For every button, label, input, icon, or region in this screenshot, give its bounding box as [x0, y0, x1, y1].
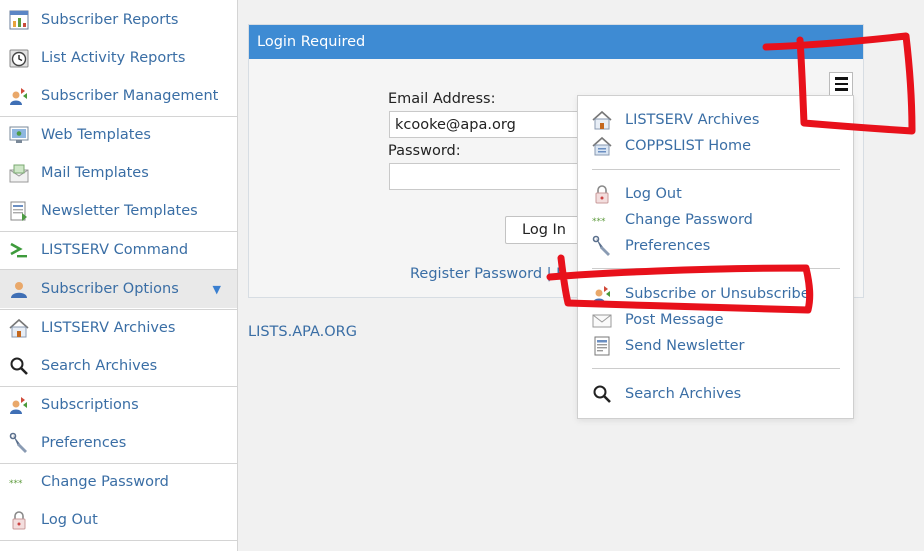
sidebar-item-label: Subscriber Management: [41, 88, 219, 104]
password-stars-icon: ***: [8, 471, 30, 493]
sidebar-item-label: LISTSERV Archives: [41, 320, 176, 336]
archive-home-icon: [591, 109, 613, 131]
sidebar-item-label: LISTSERV Command: [41, 242, 189, 258]
sidebar-item-label: Web Templates: [41, 127, 151, 143]
sidebar-item-label: Subscriber Reports: [41, 12, 179, 28]
login-panel-header: Login Required: [249, 25, 863, 59]
padlock-icon: [8, 509, 30, 531]
forgot-password-link[interactable]: F: [556, 266, 564, 282]
newsletter-template-icon: [8, 200, 30, 222]
menu-item-label: Subscribe or Unsubscribe: [625, 286, 810, 302]
menu-item-coppslist-home[interactable]: COPPSLIST Home: [578, 133, 853, 159]
chevron-down-icon[interactable]: ▼: [213, 283, 221, 296]
newsletter-icon: [591, 335, 613, 357]
sidebar-item-preferences[interactable]: Preferences: [0, 424, 237, 462]
sidebar-item-label: Newsletter Templates: [41, 203, 198, 219]
menu-item-label: Log Out: [625, 186, 682, 202]
menu-item-label: Change Password: [625, 212, 753, 228]
panel-title: Login Required: [257, 34, 366, 50]
sidebar-item-label: Preferences: [41, 435, 127, 451]
password-field[interactable]: [389, 163, 589, 190]
sidebar-item-label: Subscriber Options: [41, 281, 179, 297]
hamburger-dropdown-menu: LISTSERV Archives COPPSLIST Home Log Out…: [577, 95, 854, 419]
menu-item-search-archives[interactable]: Search Archives: [578, 381, 853, 407]
menu-item-label: LISTSERV Archives: [625, 112, 760, 128]
menu-bar: [834, 82, 848, 86]
menu-divider: [592, 268, 840, 269]
web-template-icon: [8, 124, 30, 146]
magnifier-icon: [591, 383, 613, 405]
sidebar-item-subscriptions[interactable]: Subscriptions: [0, 386, 237, 424]
email-label: Email Address:: [388, 91, 496, 107]
email-field[interactable]: [389, 111, 589, 138]
report-chart-icon: [8, 9, 30, 31]
envelope-icon: [591, 309, 613, 331]
sidebar-item-label: Search Archives: [41, 358, 158, 374]
wrench-icon: [8, 432, 30, 454]
sidebar-item-search-archives[interactable]: Search Archives: [0, 347, 237, 385]
sidebar-item-listserv-command[interactable]: LISTSERV Command: [0, 231, 237, 269]
command-prompt-icon: [8, 239, 30, 261]
sidebar-item-label: Change Password: [41, 474, 169, 490]
menu-item-listserv-archives[interactable]: LISTSERV Archives: [578, 107, 853, 133]
sidebar-item-subscriber-options[interactable]: Subscriber Options ▼: [0, 270, 237, 308]
sidebar-item-label: Mail Templates: [41, 165, 149, 181]
menu-item-post-message[interactable]: Post Message: [578, 307, 853, 333]
user-icon: [8, 278, 30, 300]
menu-item-subscribe-or-unsubscribe[interactable]: Subscribe or Unsubscribe: [578, 281, 853, 307]
users-icon: [8, 394, 30, 416]
register-password-link[interactable]: Register Password: [410, 266, 542, 282]
sidebar-item-newsletter-templates[interactable]: Newsletter Templates: [0, 192, 237, 230]
menu-item-change-password[interactable]: *** Change Password: [578, 207, 853, 233]
menu-item-label: Search Archives: [625, 386, 742, 402]
wrench-icon: [591, 235, 613, 257]
menu-item-send-newsletter[interactable]: Send Newsletter: [578, 333, 853, 359]
sidebar-item-change-password[interactable]: *** Change Password: [0, 463, 237, 501]
menu-item-log-out[interactable]: Log Out: [578, 181, 853, 207]
menu-item-label: COPPSLIST Home: [625, 138, 752, 154]
mail-template-icon: [8, 162, 30, 184]
login-button[interactable]: Log In: [505, 216, 583, 244]
hamburger-menu-button[interactable]: [829, 72, 853, 96]
sidebar-item-web-templates[interactable]: Web Templates: [0, 116, 237, 154]
sidebar-item-label: Subscriptions: [41, 397, 139, 413]
users-icon: [591, 283, 613, 305]
menu-bar: [834, 77, 848, 80]
sidebar-nav: Subscriber Reports List Activity Reports…: [0, 0, 238, 551]
svg-text:***: ***: [9, 479, 23, 489]
sidebar-item-label: List Activity Reports: [41, 50, 186, 66]
magnifier-icon: [8, 355, 30, 377]
host-link[interactable]: LISTS.APA.ORG: [248, 324, 357, 340]
clock-icon: [8, 47, 30, 69]
sidebar-item-subscriber-reports[interactable]: Subscriber Reports: [0, 1, 237, 39]
login-links: Register Password | F: [410, 266, 565, 282]
menu-divider: [592, 169, 840, 170]
password-stars-icon: ***: [591, 209, 613, 231]
padlock-icon: [591, 183, 613, 205]
svg-text:***: ***: [592, 217, 606, 227]
password-label: Password:: [388, 143, 461, 159]
menu-item-label: Post Message: [625, 312, 724, 328]
sidebar-item-log-out[interactable]: Log Out: [0, 501, 237, 539]
sidebar-item-subscriber-management[interactable]: Subscriber Management: [0, 77, 237, 115]
sidebar-item-listserv-archives[interactable]: LISTSERV Archives: [0, 309, 237, 347]
sidebar-item-list-activity-reports[interactable]: List Activity Reports: [0, 39, 237, 77]
menu-divider: [592, 368, 840, 369]
users-icon: [8, 85, 30, 107]
menu-bar: [834, 88, 848, 91]
list-home-icon: [591, 135, 613, 157]
link-separator: |: [546, 266, 552, 282]
archive-home-icon: [8, 317, 30, 339]
menu-item-label: Send Newsletter: [625, 338, 745, 354]
sidebar-item-mail-templates[interactable]: Mail Templates: [0, 154, 237, 192]
sidebar-divider: [0, 540, 237, 541]
menu-item-label: Preferences: [625, 238, 711, 254]
sidebar-item-label: Log Out: [41, 512, 98, 528]
menu-item-preferences[interactable]: Preferences: [578, 233, 853, 259]
